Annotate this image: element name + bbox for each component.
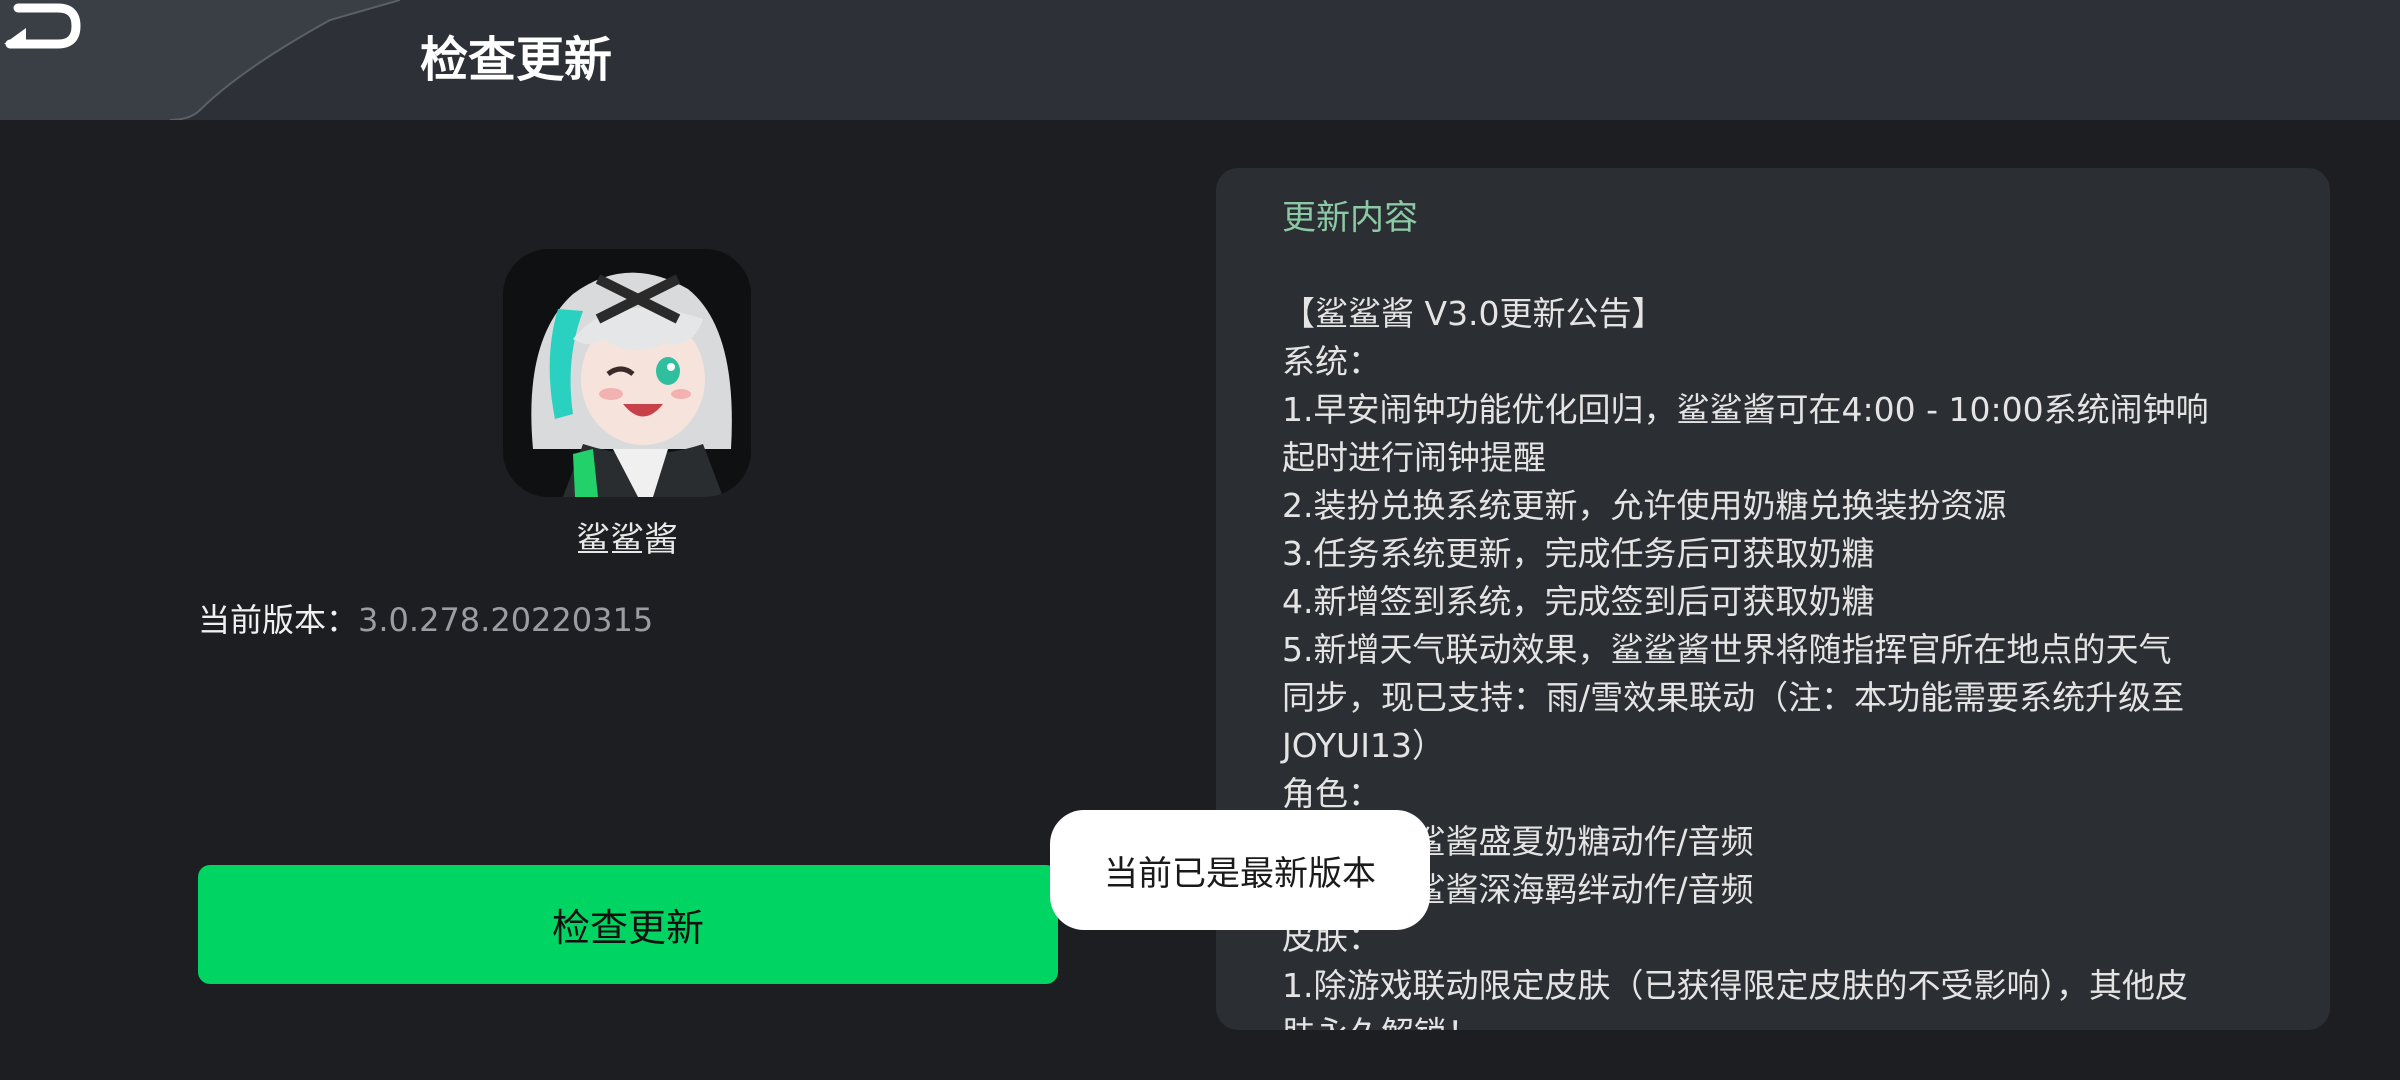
version-label: 当前版本：	[198, 601, 359, 639]
release-notes-heading: 更新内容	[1282, 198, 1418, 238]
toast-message: 当前已是最新版本	[1050, 810, 1430, 930]
check-update-screen: 检查更新 鲨鲨酱 当前版本：3.0.278.20220315 检查更新 更新内容…	[0, 0, 2400, 1080]
back-button[interactable]	[0, 0, 400, 120]
release-note-line: 系统：	[1282, 342, 1381, 381]
back-arrow-icon	[4, 3, 81, 49]
page-title: 检查更新	[420, 32, 613, 88]
release-note-line: 1.除游戏联动限定皮肤（已获得限定皮肤的不受影响），其他皮	[1282, 966, 2188, 1005]
release-note-line: 1.早安闹钟功能优化回归，鲨鲨酱可在4:00 - 10:00系统闹钟响	[1282, 390, 2209, 429]
release-note-line: 肤永久解锁！	[1282, 1010, 2282, 1030]
release-note-line: 起时进行闹钟提醒	[1282, 438, 1546, 477]
release-note-line: 2.新增鲨鲨酱深海羁绊动作/音频	[1282, 870, 1754, 909]
release-note-line: JOYUI13）	[1282, 726, 1445, 765]
release-note-line: 5.新增天气联动效果，鲨鲨酱世界将随指挥官所在地点的天气	[1282, 630, 2172, 669]
app-avatar-icon	[503, 249, 751, 497]
release-note-line: 3.任务系统更新，完成任务后可获取奶糖	[1282, 534, 1875, 573]
release-note-line: 2.装扮兑换系统更新，允许使用奶糖兑换装扮资源	[1282, 486, 2007, 525]
version-value: 3.0.278.20220315	[358, 601, 654, 639]
check-update-button[interactable]: 检查更新	[198, 865, 1058, 984]
release-note-line: 角色：	[1282, 774, 1381, 813]
release-note-line: 4.新增签到系统，完成签到后可获取奶糖	[1282, 582, 1875, 621]
release-notes-body: 【鲨鲨酱 V3.0更新公告】 系统： 1.早安闹钟功能优化回归，鲨鲨酱可在4:0…	[1282, 290, 2282, 1030]
release-note-line: 【鲨鲨酱 V3.0更新公告】	[1282, 294, 1665, 333]
release-note-line: 同步，现已支持：雨/雪效果联动（注：本功能需要系统升级至	[1282, 678, 2185, 717]
release-note-line: 皮肤：	[1282, 918, 1381, 957]
current-version: 当前版本：3.0.278.20220315	[198, 596, 653, 644]
app-name: 鲨鲨酱	[576, 520, 678, 560]
top-bar: 检查更新	[0, 0, 2400, 120]
release-note-line: 1.新增鲨鲨酱盛夏奶糖动作/音频	[1282, 822, 1754, 861]
